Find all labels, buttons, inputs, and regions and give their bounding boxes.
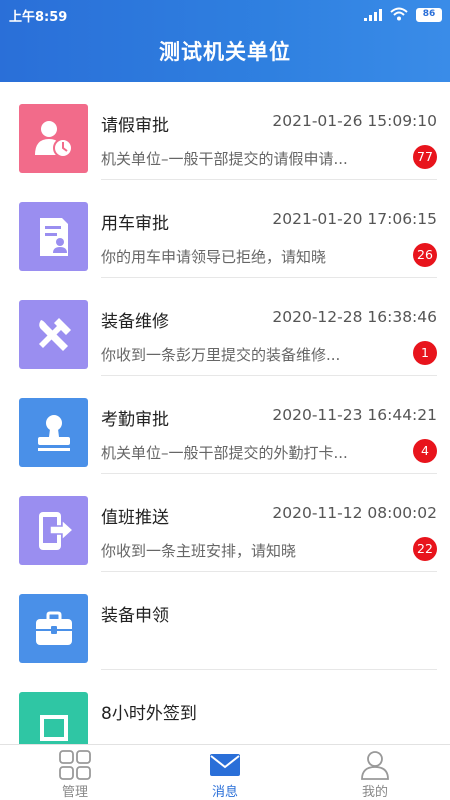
message-title: 装备申领 (101, 606, 169, 626)
message-preview: 机关单位–一般干部提交的外勤打卡... (101, 444, 348, 462)
unread-badge: 4 (413, 439, 437, 463)
message-title: 8小时外签到 (101, 704, 197, 724)
message-title: 用车审批 (101, 214, 169, 234)
wifi-icon (390, 6, 408, 25)
message-row-repair[interactable]: 装备维修 2020-12-28 16:38:46 你收到一条彭万里提交的装备维修… (0, 278, 450, 376)
signal-icon (364, 6, 382, 25)
message-row-checkin[interactable]: 8小时外签到 (0, 670, 450, 744)
stamp-icon (19, 398, 88, 467)
message-preview: 你收到一条主班安排，请知晓 (101, 542, 297, 560)
message-row-leave[interactable]: 请假审批 2021-01-26 15:09:10 机关单位–一般干部提交的请假申… (0, 82, 450, 180)
message-time: 2020-12-28 16:38:46 (272, 308, 437, 326)
status-icons: 86 (364, 6, 442, 24)
message-preview: 你收到一条彭万里提交的装备维修... (101, 346, 341, 364)
message-row-vehicle[interactable]: 用车审批 2021-01-20 17:06:15 你的用车申请领导已拒绝，请知晓… (0, 180, 450, 278)
message-time: 2020-11-12 08:00:02 (272, 504, 437, 522)
status-time: 上午8:59 (9, 10, 68, 25)
unread-badge: 26 (413, 243, 437, 267)
message-row-attendance[interactable]: 考勤审批 2020-11-23 16:44:21 机关单位–一般干部提交的外勤打… (0, 376, 450, 474)
unread-badge: 77 (413, 145, 437, 169)
toolbox-icon (19, 594, 88, 663)
unread-badge: 1 (413, 341, 437, 365)
message-list: 请假审批 2021-01-26 15:09:10 机关单位–一般干部提交的请假申… (0, 82, 450, 744)
nav-label: 我的 (361, 785, 388, 800)
message-row-equipment-claim[interactable]: 装备申领 (0, 572, 450, 670)
nav-tab-mine[interactable]: 我的 (300, 745, 450, 800)
message-row-duty[interactable]: 值班推送 2020-11-12 08:00:02 你收到一条主班安排，请知晓 2… (0, 474, 450, 572)
person-icon (358, 750, 392, 780)
message-title: 请假审批 (101, 116, 169, 136)
battery-icon: 86 (416, 8, 442, 22)
unread-badge: 22 (413, 537, 437, 561)
message-time: 2020-11-23 16:44:21 (272, 406, 437, 424)
checkin-icon (19, 692, 88, 744)
app-header: 上午8:59 86 测试机关单位 (0, 0, 450, 82)
nav-tab-messages[interactable]: 消息 (150, 745, 300, 800)
message-time: 2021-01-20 17:06:15 (272, 210, 437, 228)
bottom-navigation: 管理 消息 我的 (0, 744, 450, 800)
message-title: 考勤审批 (101, 410, 169, 430)
grid-icon (58, 750, 92, 780)
leave-approval-icon (19, 104, 88, 173)
nav-tab-manage[interactable]: 管理 (0, 745, 150, 800)
message-title: 装备维修 (101, 312, 169, 332)
mail-icon (208, 750, 242, 780)
message-time: 2021-01-26 15:09:10 (272, 112, 437, 130)
message-title: 值班推送 (101, 508, 169, 528)
message-preview: 机关单位–一般干部提交的请假申请... (101, 150, 348, 168)
nav-label: 管理 (61, 785, 88, 800)
vehicle-approval-icon (19, 202, 88, 271)
tools-icon (19, 300, 88, 369)
message-preview: 你的用车申请领导已拒绝，请知晓 (101, 248, 327, 266)
page-title: 测试机关单位 (159, 40, 291, 64)
status-bar: 上午8:59 86 (0, 0, 450, 30)
nav-label: 消息 (211, 785, 238, 800)
phone-exit-icon (19, 496, 88, 565)
